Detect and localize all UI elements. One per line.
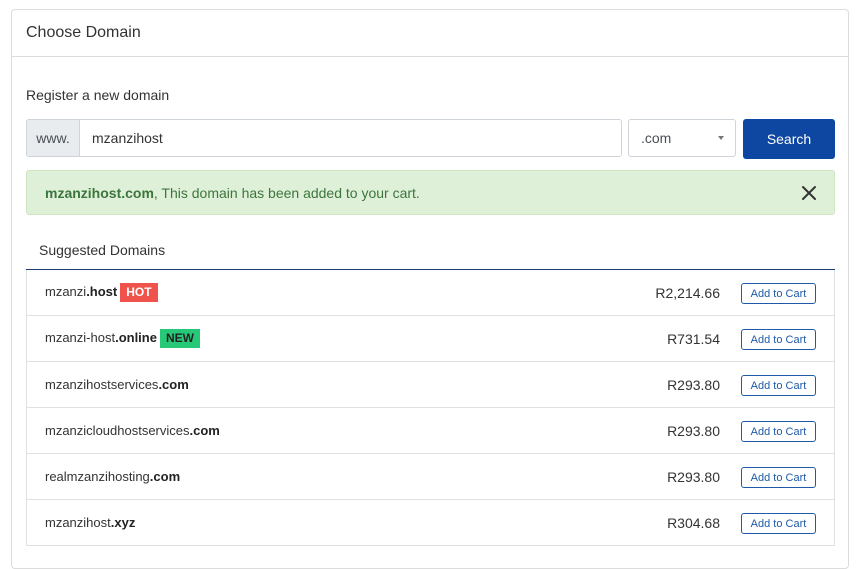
register-label: Register a new domain (26, 87, 170, 103)
alert-text: mzanzihost.com, This domain has been add… (45, 185, 420, 201)
domain-name: mzanzihostservices.com (45, 377, 189, 392)
domain-badge-new: NEW (159, 329, 200, 348)
search-button[interactable]: Search (743, 119, 835, 159)
domain-sld: mzanzihost (45, 515, 111, 530)
domain-price: R2,214.66 (655, 284, 720, 301)
domain-badge-hot: HOT (120, 283, 158, 302)
domain-price: R304.68 (667, 514, 720, 531)
add-to-cart-button[interactable]: Add to Cart (741, 513, 816, 534)
domain-name: mzanzi.host HOT (45, 283, 158, 302)
domain-sld: mzanzihostservices (45, 377, 159, 392)
domain-price: R293.80 (667, 422, 720, 439)
domain-input-group: www. (26, 119, 622, 157)
domain-tld: .com (149, 469, 181, 484)
alert-message: , This domain has been added to your car… (153, 184, 420, 201)
domain-tld: .online (115, 330, 157, 345)
domain-name: mzanzi-host.online NEW (45, 329, 200, 348)
domain-tld: .com (189, 423, 220, 438)
success-alert: mzanzihost.com, This domain has been add… (26, 170, 835, 215)
domain-price: R293.80 (667, 376, 720, 393)
tld-selected-value: .com (641, 130, 672, 146)
suggested-domain-row: mzanzi.host HOT R2,214.66 Add to Cart (26, 270, 835, 316)
chevron-down-icon (718, 136, 724, 140)
suggested-domains-list: mzanzi.host HOT R2,214.66 Add to Cart mzanzi… (26, 269, 835, 546)
domain-price: R293.80 (667, 468, 720, 485)
add-to-cart-button[interactable]: Add to Cart (741, 283, 816, 304)
suggested-domain-row: mzanzi-host.online NEW R731.54 Add to Cart (26, 316, 835, 362)
suggested-domain-row: mzanzihost.xyz R304.68 Add to Cart (26, 500, 835, 546)
close-icon[interactable] (800, 184, 818, 202)
domain-price: R731.54 (667, 330, 720, 347)
domain-sld: realmzanzihosting (45, 469, 150, 484)
add-to-cart-button[interactable]: Add to Cart (741, 375, 816, 396)
add-to-cart-button[interactable]: Add to Cart (741, 467, 816, 488)
add-to-cart-button[interactable]: Add to Cart (741, 421, 816, 442)
add-to-cart-button[interactable]: Add to Cart (741, 329, 816, 350)
domain-name: realmzanzihosting.com (45, 469, 180, 484)
domain-name: mzanzihost.xyz (45, 515, 135, 530)
domain-tld: .com (158, 377, 189, 392)
domain-sld: mzanzi (45, 284, 87, 299)
domain-tld: .host (86, 284, 118, 299)
suggested-domains-title: Suggested Domains (39, 242, 166, 258)
domain-search-input[interactable] (80, 120, 621, 156)
suggested-domain-row: mzanzihostservices.com R293.80 Add to Cart (26, 362, 835, 408)
domain-sld: mzanzicloudhostservices (45, 423, 190, 438)
domain-sld: mzanzi-host (45, 330, 116, 345)
tld-select[interactable]: .com (628, 119, 736, 157)
domain-tld: .xyz (110, 515, 136, 530)
domain-name: mzanzicloudhostservices.com (45, 423, 220, 438)
choose-domain-panel: Choose Domain Register a new domain www.… (11, 9, 849, 569)
alert-domain: mzanzihost.com (45, 184, 154, 201)
www-prefix: www. (27, 120, 80, 156)
suggested-domain-row: realmzanzihosting.com R293.80 Add to Cart (26, 454, 835, 500)
panel-title: Choose Domain (12, 10, 848, 57)
suggested-domain-row: mzanzicloudhostservices.com R293.80 Add to… (26, 408, 835, 454)
